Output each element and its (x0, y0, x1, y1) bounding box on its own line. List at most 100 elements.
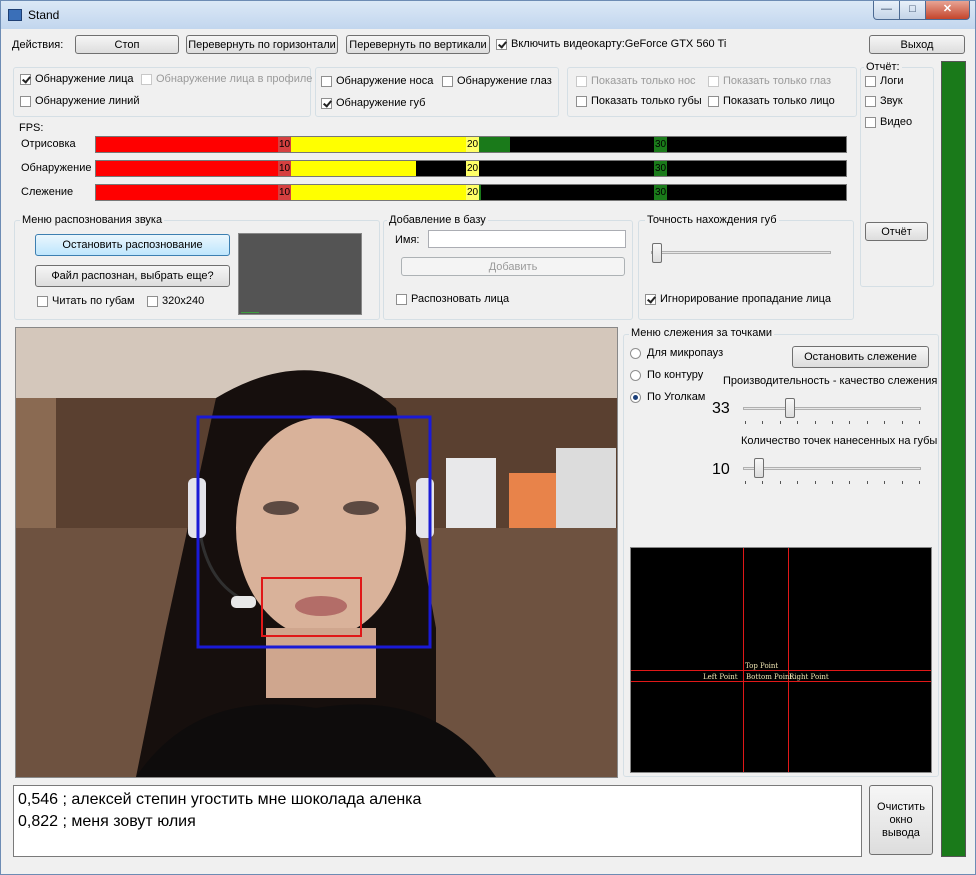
stop-tracking-button[interactable]: Остановить слежение (792, 346, 929, 368)
recognize-faces-label: Распозновать лица (411, 293, 510, 305)
fps-tick-label: 10 (278, 137, 292, 152)
resolution-checkbox[interactable]: 320x240 (147, 295, 204, 307)
top-point-line (631, 670, 931, 671)
camera-view (15, 327, 618, 778)
main-window: Stand — □ ✕ Действия: Стоп Перевернуть п… (0, 0, 976, 875)
show-only-eyes-checkbox[interactable]: Показать только глаз (708, 75, 831, 87)
clear-output-button[interactable]: Очистить окно вывода (869, 785, 933, 855)
sound-checkbox[interactable]: Звук (865, 95, 903, 107)
micropause-radio[interactable]: Для микропауз (630, 347, 723, 359)
lips-detection-checkbox[interactable]: Обнаружение губ (321, 97, 425, 109)
video-check-icon (865, 116, 876, 128)
audio-level-indicator (241, 312, 259, 313)
slider-tick (780, 421, 781, 424)
show-only-face-checkbox[interactable]: Показать только лицо (708, 95, 835, 107)
face-detection-checkbox[interactable]: Обнаружение лица (20, 73, 134, 85)
show-nose-check-icon (576, 75, 587, 87)
sound-menu-title: Меню распознования звука (20, 214, 165, 226)
face-profile-checkbox[interactable]: Обнаружение лица в профиле (141, 73, 312, 85)
exit-button[interactable]: Выход (869, 35, 965, 54)
window-title: Stand (28, 8, 60, 22)
name-input[interactable] (428, 230, 626, 248)
client-area: Действия: Стоп Перевернуть по горизонтал… (5, 29, 971, 871)
report-label: Отчёт: (864, 61, 902, 73)
stop-recognition-button[interactable]: Остановить распознование (35, 234, 230, 256)
gpu-check-icon (496, 38, 507, 50)
slider-tick (884, 421, 885, 424)
points-slider-track[interactable] (743, 467, 921, 470)
close-button[interactable]: ✕ (925, 1, 970, 20)
logs-checkbox[interactable]: Логи (865, 75, 904, 87)
flip-vertical-button[interactable]: Перевернуть по вертикали (346, 35, 490, 54)
contour-radio[interactable]: По контуру (630, 369, 703, 381)
fps-seg-yellow (284, 161, 416, 176)
nose-check-icon (321, 75, 332, 87)
add-button[interactable]: Добавить (401, 257, 625, 276)
perf-slider-thumb[interactable] (785, 398, 795, 418)
file-recognized-button[interactable]: Файл распознан, выбрать еще? (35, 265, 230, 287)
micropause-radio-icon (630, 347, 641, 359)
lip-accuracy-thumb[interactable] (652, 243, 662, 263)
fps-seg-red (96, 185, 284, 200)
fps-tick-label: 30 (654, 185, 668, 200)
fps-row-label: Обнаружение (21, 162, 92, 174)
report-button[interactable]: Отчёт (865, 222, 928, 241)
minimize-button[interactable]: — (873, 1, 900, 20)
eyes-detection-checkbox[interactable]: Обнаружение глаз (442, 75, 552, 87)
slider-tick (745, 421, 746, 424)
lip-reading-label: Читать по губам (52, 295, 135, 307)
show-only-lips-checkbox[interactable]: Показать только губы (576, 95, 702, 107)
slider-tick (797, 481, 798, 484)
maximize-icon: □ (909, 3, 916, 15)
lip-points-view: Top Point Left Point Bottom Point Right … (630, 547, 932, 773)
gpu-checkbox[interactable]: Включить видеокарту:GeForce GTX 560 Ti (496, 38, 726, 50)
ignore-face-loss-checkbox[interactable]: Игнорирование пропадание лица (645, 293, 831, 305)
slider-tick (902, 421, 903, 424)
actions-label: Действия: (12, 39, 64, 51)
video-checkbox[interactable]: Видео (865, 116, 912, 128)
slider-tick (832, 481, 833, 484)
maximize-button[interactable]: □ (899, 1, 926, 20)
stop-button[interactable]: Стоп (75, 35, 179, 54)
ignore-face-loss-check-icon (645, 293, 656, 305)
fps-label: FPS: (19, 122, 44, 134)
output-textbox[interactable]: 0,546 ; алексей степин угостить мне шоко… (13, 785, 862, 857)
lines-detection-checkbox[interactable]: Обнаружение линий (20, 95, 139, 107)
face-check-icon (20, 73, 31, 85)
slider-tick (849, 421, 850, 424)
lip-reading-checkbox[interactable]: Читать по губам (37, 295, 135, 307)
fps-seg-yellow (284, 185, 472, 200)
fps-tick-label: 20 (466, 185, 480, 200)
lip-accuracy-track[interactable] (651, 251, 831, 254)
lip-accuracy-title: Точность нахождения губ (645, 214, 779, 226)
lips-check-icon (321, 97, 332, 109)
bottom-point-label: Bottom Point (746, 673, 793, 681)
audio-level-panel (238, 233, 362, 315)
show-only-nose-label: Показать только нос (591, 75, 696, 87)
fps-seg-yellow (284, 137, 472, 152)
top-point-label: Top Point (745, 662, 779, 670)
points-slider-thumb[interactable] (754, 458, 764, 478)
nose-detection-checkbox[interactable]: Обнаружение носа (321, 75, 433, 87)
perf-slider-ticks (745, 421, 920, 424)
fps-tick-label: 20 (466, 161, 480, 176)
fps-tick-label: 30 (654, 161, 668, 176)
minimize-icon: — (881, 3, 892, 15)
show-only-nose-checkbox[interactable]: Показать только нос (576, 75, 696, 87)
title-bar[interactable]: Stand — □ ✕ (1, 1, 975, 29)
add-db-title: Добавление в базу (387, 214, 488, 226)
flip-horizontal-button[interactable]: Перевернуть по горизонтали (186, 35, 338, 54)
corners-radio[interactable]: По Уголкам (630, 391, 705, 403)
ignore-face-loss-label: Игнорирование пропадание лица (660, 293, 832, 305)
perf-label: Производительность - качество слежения (723, 375, 938, 387)
micropause-label: Для микропауз (647, 347, 724, 359)
contour-label: По контуру (647, 369, 704, 381)
perf-slider-track[interactable] (743, 407, 921, 410)
recognize-faces-checkbox[interactable]: Распозновать лица (396, 293, 509, 305)
recognize-faces-check-icon (396, 293, 407, 305)
nose-detection-label: Обнаружение носа (336, 75, 434, 87)
bottom-point-line (631, 681, 931, 682)
lip-reading-check-icon (37, 295, 48, 307)
slider-tick (867, 421, 868, 424)
logs-label: Логи (880, 75, 904, 87)
